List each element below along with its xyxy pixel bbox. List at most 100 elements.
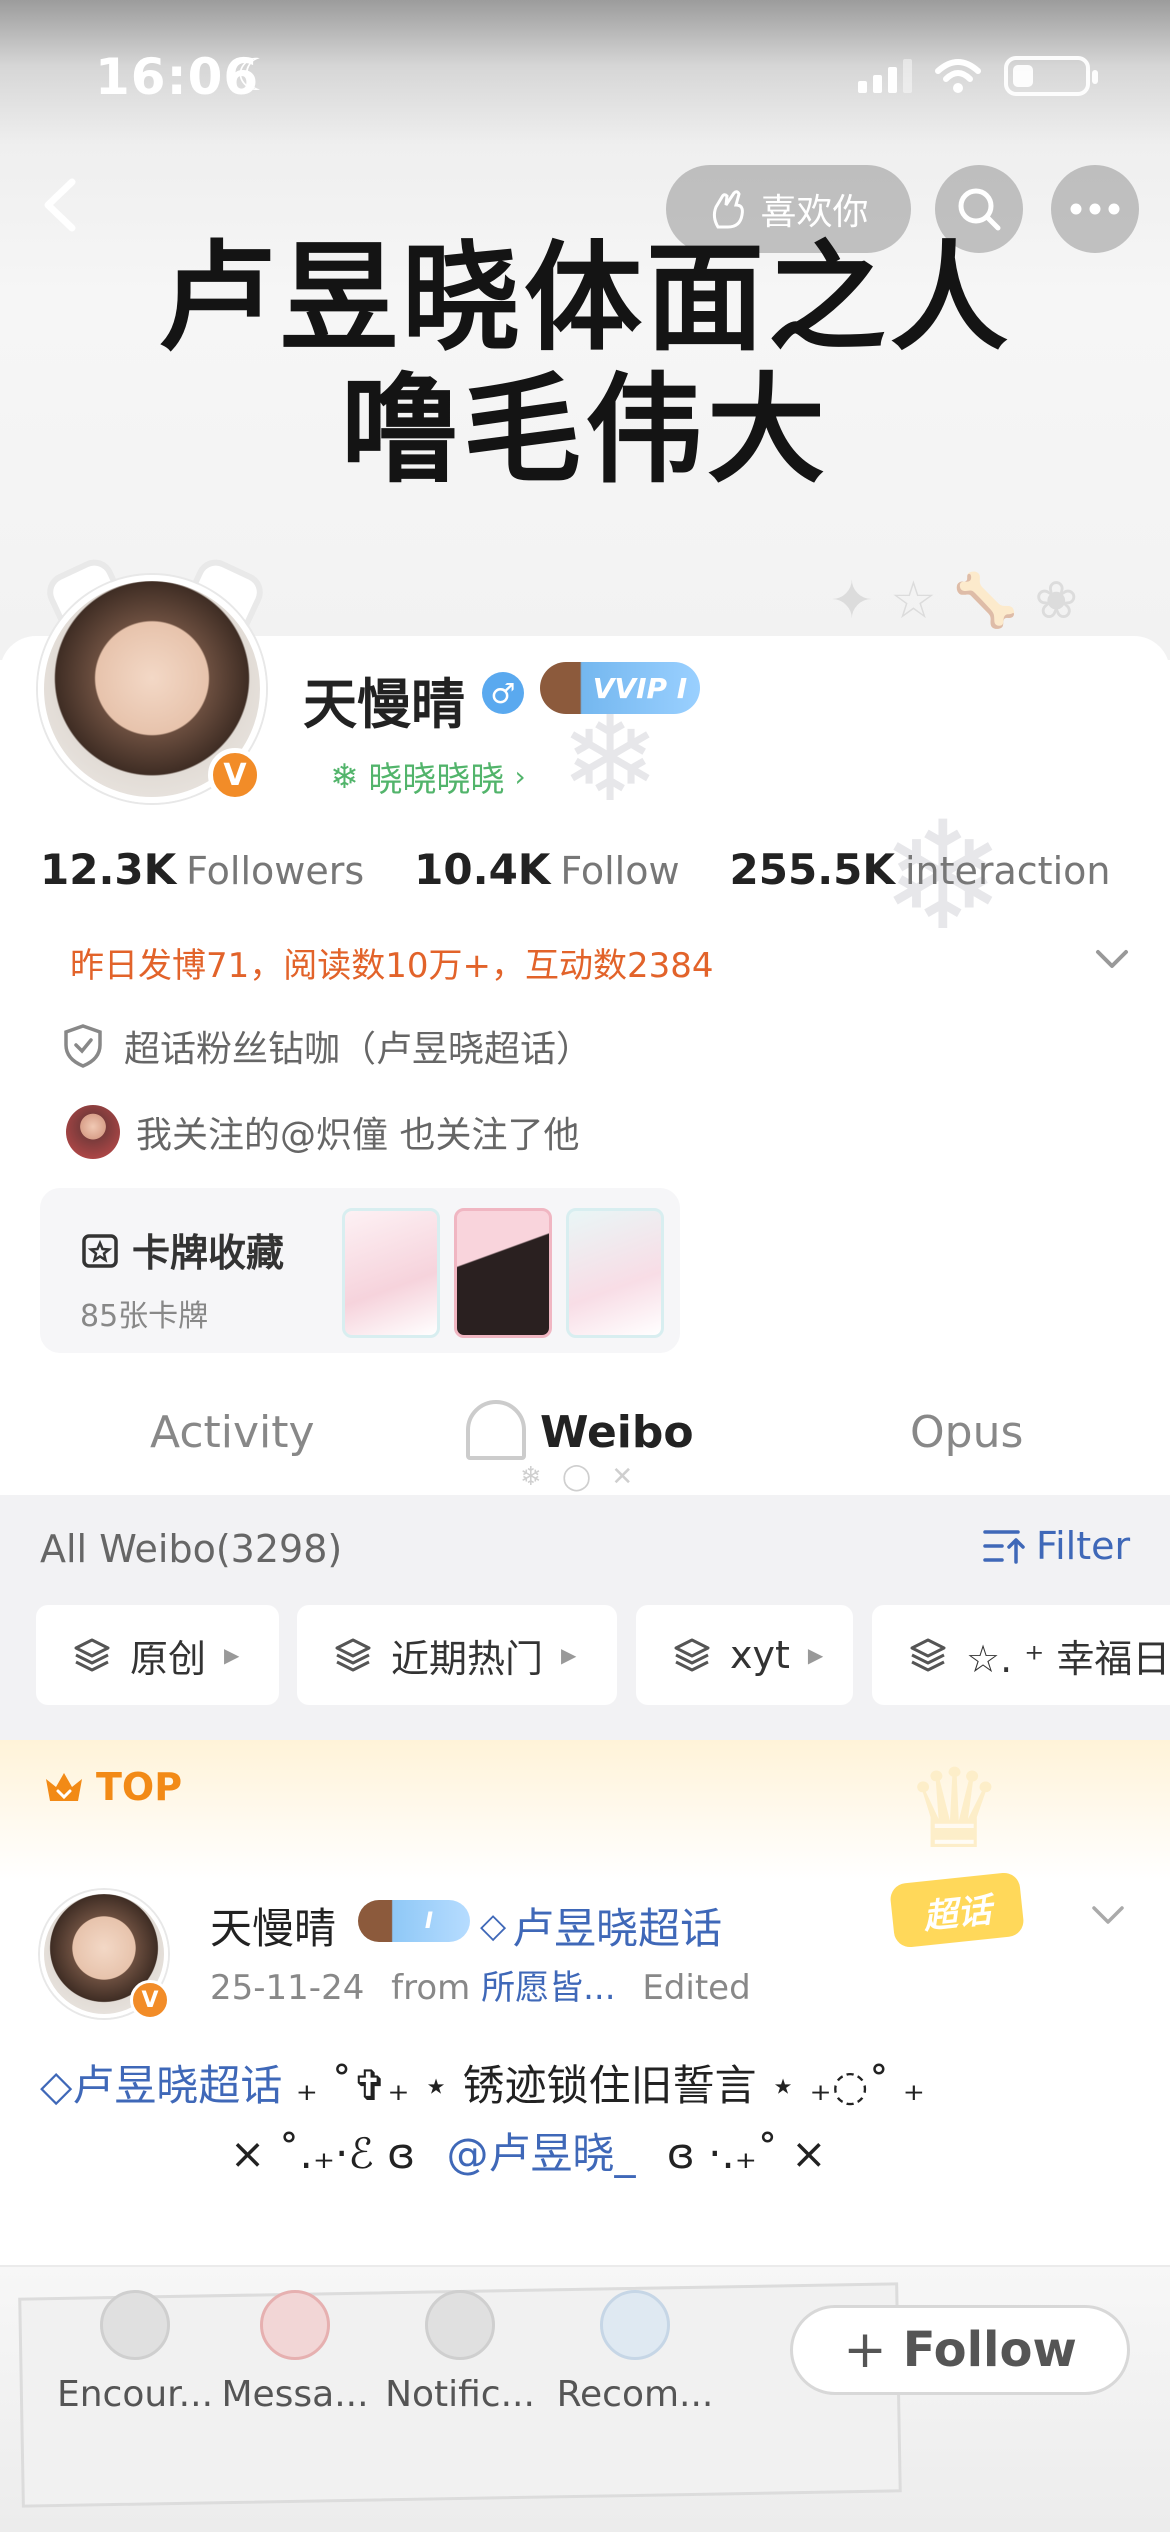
filter-chip-happy-day[interactable]: ☆. ⁺ 幸福日 (872, 1605, 1170, 1705)
bone-paw-decoration-icon: ✦ ☆ 🦴 ❀ (830, 571, 1079, 631)
chip-label: xyt (730, 1633, 790, 1677)
filter-icon (983, 1530, 1025, 1564)
vip-badge[interactable]: I (358, 1900, 470, 1942)
chip-label: ☆. ⁺ 幸福日 (966, 1636, 1170, 1681)
layers-icon (910, 1638, 946, 1672)
filter-chip-recent-hot[interactable]: 近期热门 ▶ (297, 1605, 617, 1705)
post-date: 25-11-24 (210, 1968, 365, 2008)
stat-value: 12.3K (40, 845, 177, 894)
filter-label: Filter (1036, 1524, 1131, 1568)
caret-right-icon: ▶ (807, 1643, 824, 1667)
vip-badge[interactable]: VVIP I (540, 662, 700, 714)
banner-title-line1: 卢昱晓体面之人 (157, 229, 1012, 367)
post-inline-topic-label: 卢昱晓超话 (72, 2061, 283, 2110)
back-arrow-icon[interactable] (30, 170, 90, 240)
filter-chip-original[interactable]: 原创 ▶ (36, 1605, 279, 1705)
pinned-label-text: TOP (96, 1765, 183, 1809)
stat-follow[interactable]: 10.4K Follow (414, 845, 679, 894)
hand-icon (713, 190, 745, 229)
snowflake-icon: ❄ (330, 756, 359, 797)
post-inline-topic[interactable]: ◇卢昱晓超话 (40, 2061, 282, 2110)
stat-label: Followers (186, 849, 365, 893)
mutual-follow-text: 我关注的@炽僮 也关注了他 (136, 1115, 580, 1156)
fan-group-link[interactable]: ❄ 晓晓晓晓 › (330, 752, 526, 801)
post-topic-label: 卢昱晓超话 (512, 1904, 723, 1953)
message-button[interactable]: Messa... (200, 2290, 390, 2415)
caret-right-icon: ▶ (561, 1643, 577, 1667)
notification-label: Notific... (385, 2374, 535, 2415)
pinned-label: TOP (42, 1765, 182, 1809)
encourage-icon (100, 2290, 170, 2360)
recommend-icon (600, 2290, 670, 2360)
tab-activity[interactable]: Activity (150, 1407, 315, 1458)
recommend-button[interactable]: Recom... (540, 2290, 730, 2415)
layers-icon (335, 1638, 371, 1672)
layers-icon (74, 1638, 110, 1672)
wifi-icon (935, 59, 981, 93)
post-source[interactable]: 所愿皆... (481, 1968, 615, 2008)
stat-label: interaction (904, 849, 1111, 893)
crown-icon (46, 1773, 82, 1801)
collected-card-thumbnail[interactable] (342, 1208, 440, 1338)
chip-label: 原创 (130, 1636, 207, 1681)
stat-interaction[interactable]: 255.5K interaction (730, 845, 1111, 894)
message-icon (260, 2290, 330, 2360)
caret-right-icon: ▶ (224, 1643, 240, 1667)
chevron-right-icon: › (514, 760, 526, 793)
stat-label: Follow (560, 849, 680, 893)
stat-followers[interactable]: 12.3K Followers (40, 845, 364, 894)
plus-icon: + (843, 2320, 887, 2380)
fan-level-text: 超话粉丝钻咖（卢昱晓超话） (124, 1029, 593, 1070)
tab-weibo[interactable]: Weibo (540, 1407, 694, 1458)
chevron-down-icon[interactable] (1090, 940, 1134, 980)
chevron-down-icon[interactable] (1088, 1900, 1128, 1930)
filter-chip-xyt[interactable]: xyt ▶ (636, 1605, 853, 1705)
fan-group-label: 晓晓晓晓 (368, 760, 505, 800)
signal-icon (858, 59, 912, 93)
layers-icon (674, 1638, 710, 1672)
follow-label: Follow (902, 2322, 1077, 2378)
like-you-label: 喜欢你 (760, 192, 869, 233)
post-edited: Edited (642, 1968, 751, 2008)
activity-summary: 昨日发博71，阅读数10万+，互动数2384 (70, 946, 714, 986)
fan-level-row[interactable]: 超话粉丝钻咖（卢昱晓超话） (62, 1020, 592, 1072)
post-mention-link[interactable]: @卢昱晓_ (446, 2129, 635, 2178)
profile-stats: 12.3K Followers 10.4K Follow 255.5K interac… (40, 845, 1110, 894)
banner-title-line2: 噜毛伟大 (340, 361, 829, 499)
moon-icon: ☾ (236, 50, 276, 101)
post-from-prefix: from (391, 1968, 471, 2008)
mutual-avatar (66, 1105, 120, 1159)
notification-icon (425, 2290, 495, 2360)
collected-card-thumbnail[interactable] (454, 1208, 552, 1338)
post-text-line2: ⨯ ˚.₊·ℰ ɞ @卢昱晓_ ɞ ·.₊˚ ⨯ (230, 2120, 826, 2181)
post-topic-link[interactable]: ◇ 卢昱晓超话 (480, 1895, 722, 1956)
tab-decoration-icon: ❄ ◯ ✕ (520, 1462, 640, 1492)
recommend-label: Recom... (556, 2374, 714, 2415)
follow-button[interactable]: + Follow (790, 2305, 1130, 2395)
post-author-name[interactable]: 天慢晴 (210, 1895, 336, 1956)
post-text: ₊ ˚✞₊ ⋆ 锈迹锁住旧誓言 ⋆ ₊◌˚ ₊ (295, 2061, 925, 2110)
collected-card-thumbnail[interactable] (566, 1208, 664, 1338)
message-label: Messa... (221, 2374, 369, 2415)
tab-opus[interactable]: Opus (910, 1407, 1023, 1458)
notification-button[interactable]: Notific... (365, 2290, 555, 2415)
diamond-icon: ◇ (480, 1905, 507, 1946)
shield-icon (64, 1024, 102, 1068)
all-weibo-count: All Weibo(3298) (40, 1527, 343, 1571)
profile-username: 天慢晴 (303, 673, 465, 736)
more-dots-icon (1070, 203, 1120, 215)
mailbox-icon (466, 1400, 526, 1460)
mutual-follow-row[interactable]: 我关注的@炽僮 也关注了他 (66, 1105, 579, 1159)
chaohua-badge[interactable]: 超话 (889, 1871, 1025, 1949)
card-collection-icon (82, 1233, 118, 1268)
search-icon (958, 188, 1001, 231)
post-text-suffix: ɞ ·.₊˚ ⨯ (666, 2129, 827, 2178)
stat-value: 10.4K (414, 845, 551, 894)
filter-button[interactable]: Filter (982, 1524, 1130, 1568)
post-meta: 25-11-24 from 所愿皆... Edited (210, 1960, 751, 2009)
status-indicators (858, 56, 1098, 96)
stat-value: 255.5K (729, 845, 895, 894)
chip-label: 近期热门 (391, 1636, 544, 1681)
crown-decoration-icon: ♛ (905, 1745, 1004, 1873)
post-text-line1: ◇卢昱晓超话 ₊ ˚✞₊ ⋆ 锈迹锁住旧誓言 ⋆ ₊◌˚ ₊ (40, 2052, 925, 2113)
